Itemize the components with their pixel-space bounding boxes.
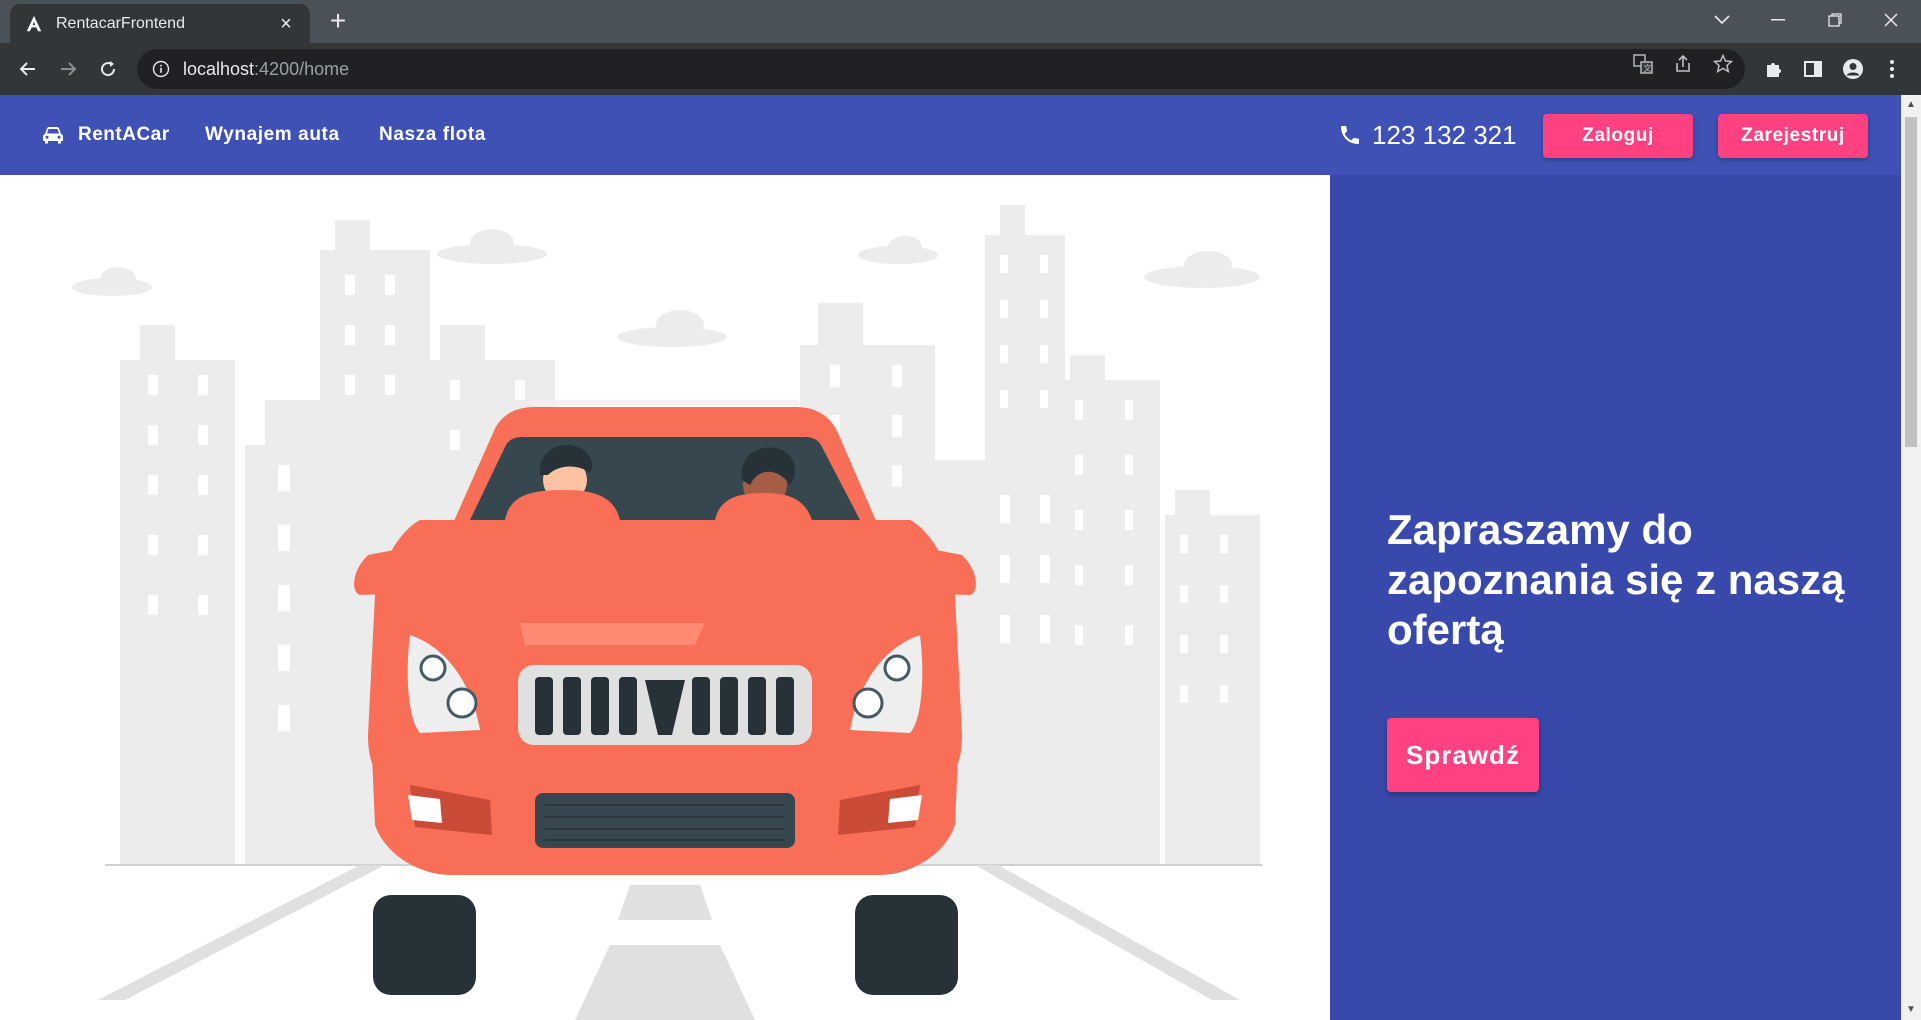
bookmark-star-icon[interactable] [1712,53,1734,75]
svg-text:文: 文 [1644,63,1652,73]
scroll-down-arrow-icon[interactable]: ▼ [1905,1004,1917,1016]
login-button[interactable]: Zaloguj [1543,114,1693,158]
back-button[interactable] [10,51,46,87]
phone-icon [1338,123,1362,147]
close-window-button[interactable] [1863,0,1919,40]
browser-tab[interactable]: RentacarFrontend × [10,4,310,43]
angular-favicon-icon [24,14,44,34]
url-path: :4200/home [254,58,350,79]
brand-link[interactable]: RentACar [42,95,170,175]
share-icon[interactable] [1672,53,1694,75]
app-toolbar: RentACar Wynajem auta Nasza flota 123 13… [0,95,1901,175]
tab-search-icon[interactable] [1694,0,1750,40]
reload-button[interactable] [90,51,126,87]
translate-icon[interactable]: 文 [1632,53,1654,75]
page-scrollbar[interactable]: ▲ ▼ [1901,95,1921,1020]
hero-heading: Zapraszamy do zapoznania się z naszą ofe… [1387,506,1845,653]
new-tab-button[interactable]: + [322,6,354,38]
browser-toolbar: localhost:4200/home 文 [0,43,1921,95]
hero-illustration [0,175,1330,1020]
forward-button[interactable] [50,51,86,87]
car-icon [42,126,64,144]
page: RentACar Wynajem auta Nasza flota 123 13… [0,95,1901,1020]
restore-button[interactable] [1807,0,1863,40]
browser-tab-strip: RentacarFrontend × + [0,0,1921,43]
nav-link-rent[interactable]: Wynajem auta [205,95,340,175]
url-host: localhost [183,58,255,79]
register-button[interactable]: Zarejestruj [1718,114,1868,158]
check-offer-button[interactable]: Sprawdź [1387,718,1539,792]
site-info-icon[interactable] [151,59,171,79]
brand-name: RentACar [78,124,170,145]
car-city-illustration [72,205,1262,1020]
tab-title: RentacarFrontend [56,14,185,32]
minimize-button[interactable] [1750,0,1806,40]
profile-avatar-icon[interactable] [1841,57,1865,81]
extensions-icon[interactable] [1762,57,1786,81]
browser-menu-icon[interactable] [1880,57,1904,81]
phone-contact: 123 132 321 [1338,95,1517,175]
hero-panel: Zapraszamy do zapoznania się z naszą ofe… [1330,175,1901,1020]
phone-number: 123 132 321 [1372,119,1517,150]
scroll-up-arrow-icon[interactable]: ▲ [1905,99,1917,111]
side-panel-icon[interactable] [1801,57,1825,81]
scrollbar-thumb[interactable] [1905,117,1917,447]
nav-link-fleet[interactable]: Nasza flota [379,95,486,175]
address-bar[interactable]: localhost:4200/home [137,49,1745,89]
tab-close-icon[interactable]: × [276,14,296,34]
